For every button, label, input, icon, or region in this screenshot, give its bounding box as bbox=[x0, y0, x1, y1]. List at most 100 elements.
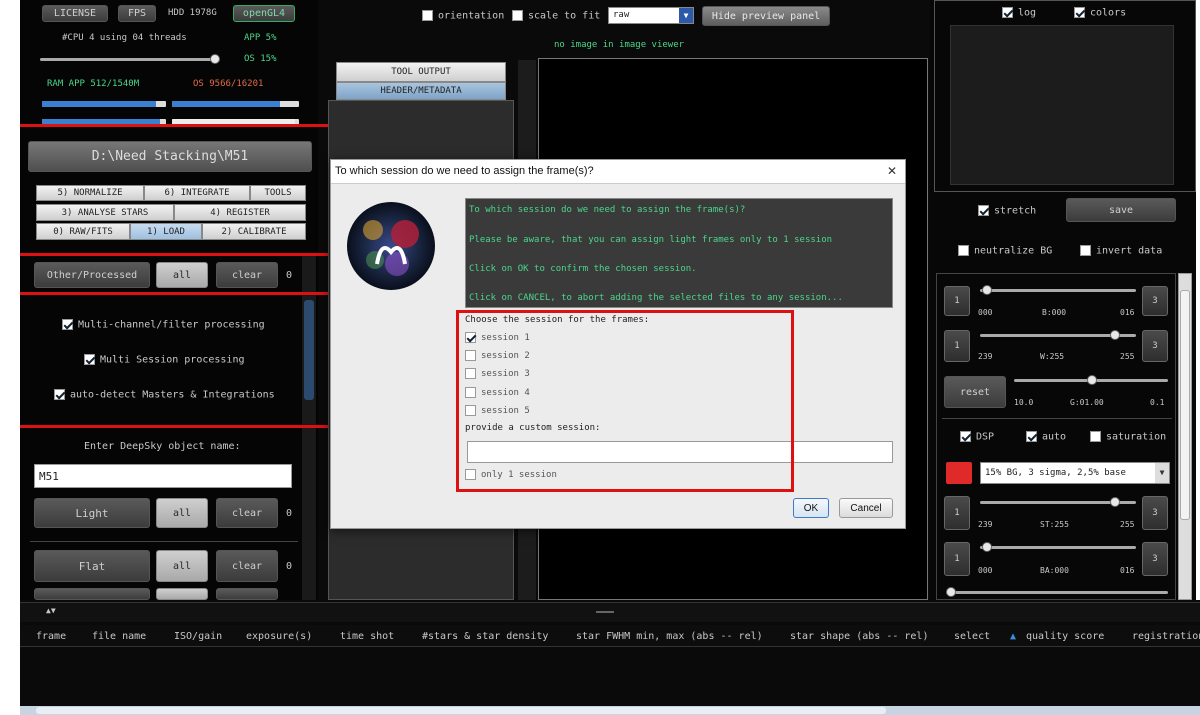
auto-detect-option[interactable]: auto-detect Masters & Integrations bbox=[54, 389, 275, 401]
custom-session-input[interactable] bbox=[467, 441, 893, 463]
close-icon[interactable]: ✕ bbox=[887, 164, 897, 178]
stretch-option[interactable]: stretch bbox=[978, 205, 1036, 217]
flat-all-button[interactable]: all bbox=[156, 550, 208, 582]
s5-right-button[interactable]: 3 bbox=[1142, 542, 1168, 576]
orientation-option[interactable]: orientation bbox=[422, 10, 504, 22]
light-button[interactable]: Light bbox=[34, 498, 150, 528]
extra-knob[interactable] bbox=[946, 587, 956, 597]
extra-slider[interactable] bbox=[946, 587, 1168, 597]
col-iso-gain[interactable]: ISO/gain bbox=[174, 631, 222, 642]
col-time-shot[interactable]: time shot bbox=[340, 631, 394, 642]
white-point-knob[interactable] bbox=[1110, 330, 1120, 340]
reset-button[interactable]: reset bbox=[944, 376, 1006, 408]
only-one-session-option[interactable]: only 1 session bbox=[465, 469, 557, 480]
multi-channel-checkbox[interactable] bbox=[62, 319, 73, 330]
s2-left-button[interactable]: 1 bbox=[944, 330, 970, 362]
neutralize-bg-option[interactable]: neutralize BG bbox=[958, 245, 1052, 257]
object-name-input[interactable]: M51 bbox=[34, 464, 292, 488]
tab-calibrate[interactable]: 2) CALIBRATE bbox=[202, 223, 306, 240]
cpu-threads-slider[interactable] bbox=[40, 54, 220, 64]
next-row-all[interactable] bbox=[156, 588, 208, 600]
only-one-session-checkbox[interactable] bbox=[465, 469, 476, 480]
light-clear-button[interactable]: clear bbox=[216, 498, 278, 528]
neutralize-bg-checkbox[interactable] bbox=[958, 245, 969, 256]
right-scroll-thumb[interactable] bbox=[1180, 290, 1190, 520]
dsp-option[interactable]: DSP bbox=[960, 431, 994, 443]
multi-session-checkbox[interactable] bbox=[84, 354, 95, 365]
scale-to-fit-checkbox[interactable] bbox=[512, 10, 523, 21]
col-registration[interactable]: registration bbox=[1132, 631, 1200, 642]
next-row-button[interactable] bbox=[34, 588, 150, 600]
s1-right-button[interactable]: 3 bbox=[1142, 286, 1168, 316]
path-button[interactable]: D:\Need Stacking\M51 bbox=[28, 141, 312, 172]
other-clear-button[interactable]: clear bbox=[216, 262, 278, 288]
stretch-knob[interactable] bbox=[1110, 497, 1120, 507]
s1-left-button[interactable]: 1 bbox=[944, 286, 970, 316]
gamma-slider[interactable] bbox=[1014, 375, 1168, 385]
session-option-2[interactable]: session 2 bbox=[465, 350, 530, 361]
white-point-slider[interactable] bbox=[980, 330, 1136, 340]
scale-to-fit-option[interactable]: scale to fit bbox=[512, 10, 600, 22]
session-5-checkbox[interactable] bbox=[465, 405, 476, 416]
col-star-shape[interactable]: star shape (abs -- rel) bbox=[790, 631, 928, 642]
splitter-grip-icon[interactable] bbox=[596, 611, 614, 613]
orientation-checkbox[interactable] bbox=[422, 10, 433, 21]
tab-tool-output[interactable]: TOOL OUTPUT bbox=[336, 62, 506, 82]
flat-button[interactable]: Flat bbox=[34, 550, 150, 582]
dsp-checkbox[interactable] bbox=[960, 431, 971, 442]
s5-left-button[interactable]: 1 bbox=[944, 542, 970, 576]
gamma-knob[interactable] bbox=[1087, 375, 1097, 385]
col-exposure[interactable]: exposure(s) bbox=[246, 631, 312, 642]
flat-clear-button[interactable]: clear bbox=[216, 550, 278, 582]
save-button[interactable]: save bbox=[1066, 198, 1176, 222]
session-option-3[interactable]: session 3 bbox=[465, 368, 530, 379]
color-swatch[interactable] bbox=[946, 462, 972, 484]
license-button[interactable]: LICENSE bbox=[42, 5, 108, 22]
hide-preview-button[interactable]: Hide preview panel bbox=[702, 6, 830, 26]
tab-register[interactable]: 4) REGISTER bbox=[174, 204, 306, 221]
auto-detect-checkbox[interactable] bbox=[54, 389, 65, 400]
session-option-4[interactable]: session 4 bbox=[465, 387, 530, 398]
tab-normalize[interactable]: 5) NORMALIZE bbox=[36, 185, 144, 201]
auto-checkbox[interactable] bbox=[1026, 431, 1037, 442]
session-4-checkbox[interactable] bbox=[465, 387, 476, 398]
raw-select[interactable]: raw ▼ bbox=[608, 7, 694, 24]
left-scroll-thumb[interactable] bbox=[304, 300, 314, 400]
ok-button[interactable]: OK bbox=[793, 498, 829, 518]
tab-header-metadata[interactable]: HEADER/METADATA bbox=[336, 82, 506, 100]
session-3-checkbox[interactable] bbox=[465, 368, 476, 379]
tab-load[interactable]: 1) LOAD bbox=[130, 223, 202, 240]
tab-integrate[interactable]: 6) INTEGRATE bbox=[144, 185, 250, 201]
light-all-button[interactable]: all bbox=[156, 498, 208, 528]
stretch-slider[interactable] bbox=[980, 497, 1136, 507]
col-file-name[interactable]: file name bbox=[92, 631, 146, 642]
col-stars[interactable]: #stars & star density bbox=[422, 631, 548, 642]
preset-select[interactable]: 15% BG, 3 sigma, 2,5% base ▼ bbox=[980, 462, 1170, 484]
background-knob[interactable] bbox=[982, 542, 992, 552]
saturation-option[interactable]: saturation bbox=[1090, 431, 1166, 443]
next-row-clear[interactable] bbox=[216, 588, 278, 600]
fps-button[interactable]: FPS bbox=[118, 5, 156, 22]
session-option-5[interactable]: session 5 bbox=[465, 405, 530, 416]
tab-tools[interactable]: TOOLS bbox=[250, 185, 306, 201]
session-option-1[interactable]: session 1 bbox=[465, 332, 530, 343]
s2-right-button[interactable]: 3 bbox=[1142, 330, 1168, 362]
collapse-arrows-icon[interactable]: ▲▼ bbox=[46, 606, 56, 615]
col-frame[interactable]: frame bbox=[36, 631, 66, 642]
cancel-button[interactable]: Cancel bbox=[839, 498, 893, 518]
black-point-slider[interactable] bbox=[980, 285, 1136, 295]
auto-option[interactable]: auto bbox=[1026, 431, 1066, 443]
multi-session-option[interactable]: Multi Session processing bbox=[84, 354, 245, 366]
s4-right-button[interactable]: 3 bbox=[1142, 496, 1168, 530]
saturation-checkbox[interactable] bbox=[1090, 431, 1101, 442]
opengl-button[interactable]: openGL4 bbox=[233, 5, 295, 22]
stretch-checkbox[interactable] bbox=[978, 205, 989, 216]
invert-data-option[interactable]: invert data bbox=[1080, 245, 1162, 257]
invert-data-checkbox[interactable] bbox=[1080, 245, 1091, 256]
horizontal-scroll-thumb[interactable] bbox=[36, 707, 886, 714]
other-all-button[interactable]: all bbox=[156, 262, 208, 288]
s4-left-button[interactable]: 1 bbox=[944, 496, 970, 530]
col-quality-score[interactable]: quality score bbox=[1026, 631, 1104, 642]
multi-channel-option[interactable]: Multi-channel/filter processing bbox=[62, 319, 265, 331]
black-point-knob[interactable] bbox=[982, 285, 992, 295]
